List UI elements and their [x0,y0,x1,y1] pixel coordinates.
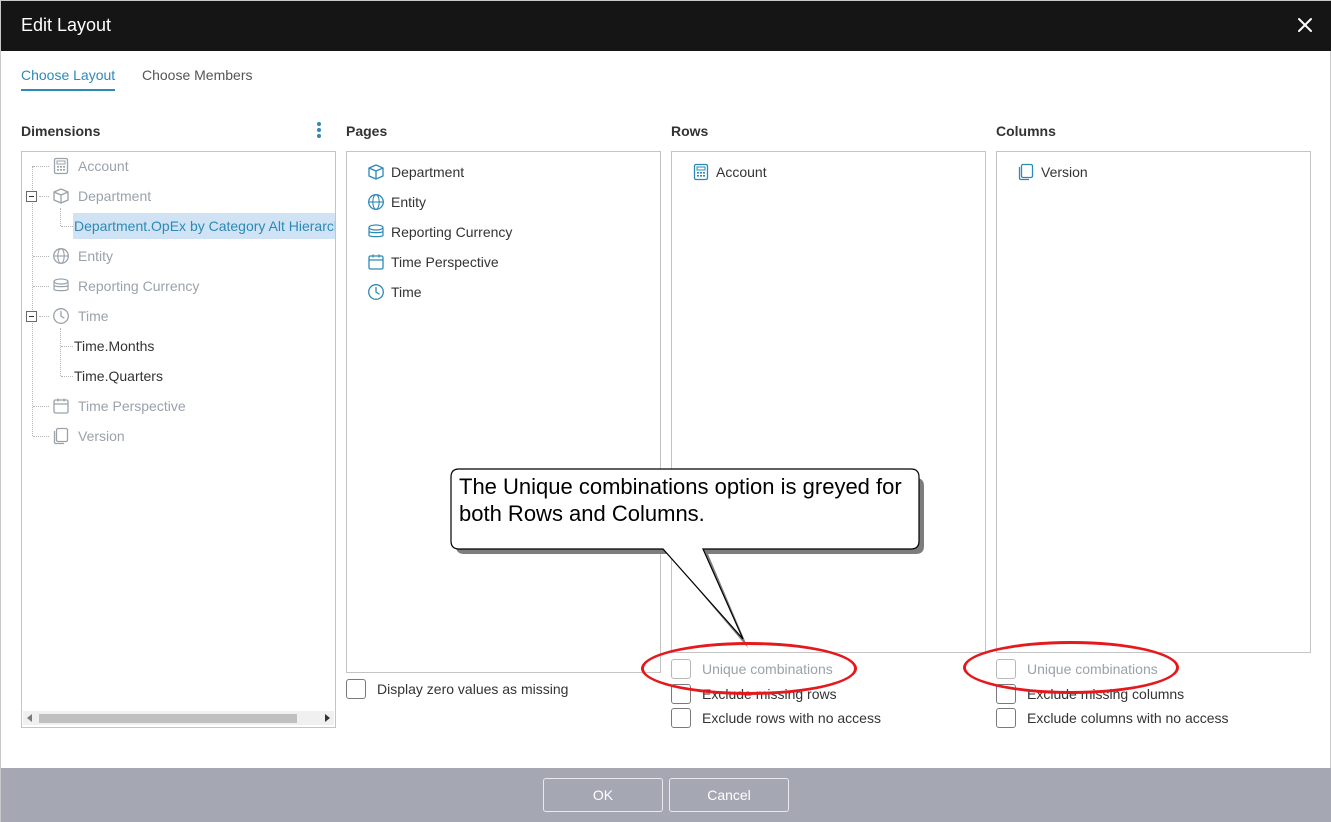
page-item-label: Time Perspective [391,254,499,270]
globe-icon [367,193,385,211]
column-item-label: Version [1041,164,1088,180]
row-item-label: Account [716,164,767,180]
clock-icon [52,307,70,325]
page-item-label: Entity [391,194,427,210]
dialog-title: Edit Layout [21,15,112,35]
collapse-department-icon[interactable] [26,191,37,202]
display-zero-checkbox[interactable] [346,679,366,699]
rows-unique-combinations-checkbox[interactable] [671,659,691,679]
dimension-item-time-months[interactable]: Time.Months [74,335,154,357]
display-zero-label: Display zero values as missing [377,681,569,697]
coins-icon [52,277,70,295]
clock-icon [367,283,385,301]
scroll-left-icon[interactable] [27,714,32,722]
tree-line [32,166,33,436]
calculator-icon [692,163,710,181]
globe-icon [52,247,70,265]
page-item-label: Department [391,164,465,180]
cube-icon [367,163,385,181]
pages-icon [1017,163,1035,181]
scrollbar-thumb[interactable] [39,714,297,723]
more-options-icon[interactable] [316,122,322,138]
title-bar: Edit Layout [1,1,1331,51]
exclude-missing-columns-label: Exclude missing columns [1027,686,1185,702]
calendar-icon [52,397,70,415]
columns-unique-combinations-label: Unique combinations [1027,661,1158,677]
callout-text: The Unique combinations option is greyed… [459,474,902,526]
horizontal-scrollbar[interactable] [23,711,334,725]
dimension-label: Entity [78,248,114,264]
columns-unique-combinations-checkbox[interactable] [996,659,1016,679]
page-item-label: Time [391,284,422,300]
pages-title: Pages [346,123,388,139]
collapse-time-icon[interactable] [26,311,37,322]
tab-choose-layout[interactable]: Choose Layout [21,67,116,91]
tree-line [33,406,49,407]
tree-line [60,208,61,226]
exclude-missing-rows-checkbox[interactable] [671,684,691,704]
scroll-right-icon[interactable] [325,714,330,722]
exclude-columns-no-access-label: Exclude columns with no access [1027,710,1229,726]
cancel-button[interactable]: Cancel [669,778,789,812]
calendar-icon [367,253,385,271]
dimension-item-time-quarters[interactable]: Time.Quarters [74,365,163,387]
tree-line [33,256,49,257]
dimension-item-department-hierarchy[interactable]: Department.OpEx by Category Alt Hierarch… [74,215,335,237]
dimension-label: Time [78,308,109,324]
ok-button[interactable]: OK [543,778,663,812]
pages-icon [52,427,70,445]
dimension-label: Account [78,158,129,174]
dimension-label: Reporting Currency [78,278,200,294]
exclude-rows-no-access-label: Exclude rows with no access [702,710,881,726]
tree-line [60,328,61,376]
tree-line [61,376,73,377]
edit-layout-dialog: Edit Layout Choose Layout Choose Members… [0,0,1331,822]
exclude-rows-no-access-checkbox[interactable] [671,708,691,728]
exclude-missing-columns-checkbox[interactable] [996,684,1016,704]
tree-line [39,316,49,317]
rows-title: Rows [671,123,709,139]
columns-panel[interactable] [996,151,1311,653]
tab-choose-members[interactable]: Choose Members [142,67,253,83]
coins-icon [367,223,385,241]
columns-title: Columns [996,123,1056,139]
tree-line [33,286,49,287]
tree-line [39,196,49,197]
tree-line [61,226,73,227]
dimension-label: Time Perspective [78,398,186,414]
tree-line [33,166,49,167]
dimension-label: Version [78,428,125,444]
calculator-icon [52,157,70,175]
exclude-columns-no-access-checkbox[interactable] [996,708,1016,728]
exclude-missing-rows-label: Exclude missing rows [702,686,837,702]
dimension-label: Department [78,188,152,204]
rows-unique-combinations-label: Unique combinations [702,661,833,677]
tree-line [33,436,49,437]
page-item-label: Reporting Currency [391,224,513,240]
dimensions-title: Dimensions [21,123,101,139]
cube-icon [52,187,70,205]
rows-panel[interactable] [671,151,986,653]
tree-line [61,346,73,347]
close-icon[interactable] [1294,14,1316,36]
dialog-footer [1,768,1331,822]
